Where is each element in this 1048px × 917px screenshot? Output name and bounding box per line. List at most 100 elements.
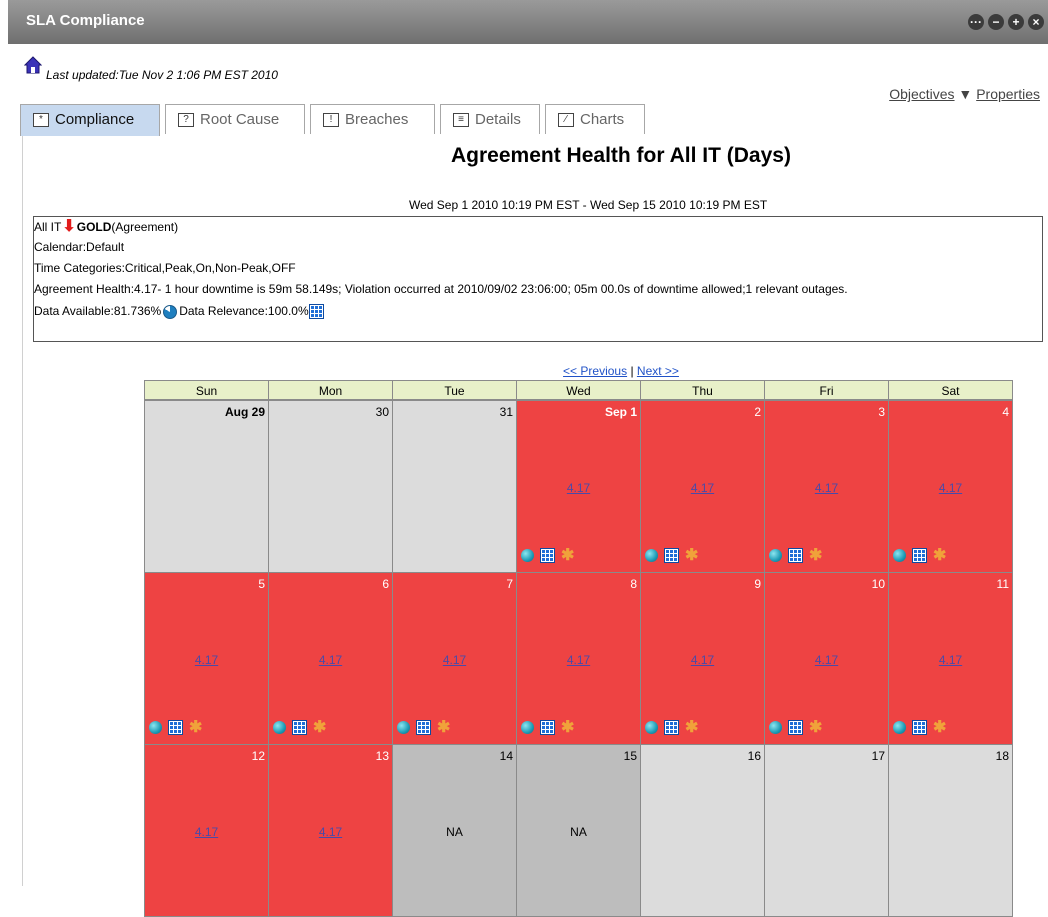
globe-icon[interactable] bbox=[645, 721, 658, 735]
health-value-link[interactable]: 4.17 bbox=[765, 653, 888, 667]
calendar-day-cell[interactable]: 31 bbox=[392, 400, 517, 573]
health-value-link[interactable]: 4.17 bbox=[889, 481, 1012, 495]
day-header: Wed bbox=[516, 380, 641, 400]
health-value-link[interactable]: 4.17 bbox=[145, 825, 268, 839]
grid-icon[interactable] bbox=[540, 720, 555, 736]
previous-link[interactable]: << Previous bbox=[563, 364, 627, 378]
asterisk-icon[interactable]: ✱ bbox=[685, 548, 698, 564]
globe-icon[interactable] bbox=[273, 721, 286, 735]
calendar-day-cell[interactable]: 7 4.17 ✱ bbox=[392, 572, 517, 745]
asterisk-icon: * bbox=[33, 113, 49, 128]
grid-icon[interactable] bbox=[416, 720, 431, 736]
asterisk-icon[interactable]: ✱ bbox=[313, 720, 326, 736]
globe-icon[interactable] bbox=[893, 549, 906, 563]
close-icon[interactable]: × bbox=[1028, 14, 1044, 30]
na-label: NA bbox=[446, 825, 463, 839]
chevron-down-icon[interactable]: ▼ bbox=[955, 86, 977, 102]
day-header: Sat bbox=[888, 380, 1013, 400]
tab-details[interactable]: ≡ Details bbox=[440, 104, 540, 134]
grid-icon[interactable] bbox=[912, 720, 927, 736]
grid-icon[interactable] bbox=[540, 548, 555, 564]
calendar-day-cell[interactable]: 30 bbox=[268, 400, 393, 573]
grid-icon[interactable] bbox=[664, 720, 679, 736]
asterisk-icon[interactable]: ✱ bbox=[809, 548, 822, 564]
grid-icon[interactable] bbox=[912, 548, 927, 564]
day-number: 6 bbox=[382, 577, 389, 591]
properties-link[interactable]: Properties bbox=[976, 86, 1040, 102]
service-suffix: (Agreement) bbox=[111, 220, 179, 234]
globe-icon[interactable] bbox=[149, 721, 162, 735]
tab-root-cause[interactable]: ? Root Cause bbox=[165, 104, 305, 134]
last-updated-value: Tue Nov 2 1:06 PM EST 2010 bbox=[118, 68, 278, 82]
grid-icon[interactable] bbox=[168, 720, 183, 736]
asterisk-icon[interactable]: ✱ bbox=[561, 548, 574, 564]
calendar-day-cell[interactable]: 13 4.17 bbox=[268, 744, 393, 917]
calendar-day-cell[interactable]: 3 4.17 ✱ bbox=[764, 400, 889, 573]
calendar-day-cell[interactable]: 9 4.17 ✱ bbox=[640, 572, 765, 745]
maximize-icon[interactable]: + bbox=[1008, 14, 1024, 30]
health-value-link[interactable]: 4.17 bbox=[765, 481, 888, 495]
health-value-link[interactable]: 4.17 bbox=[517, 653, 640, 667]
calendar-day-cell[interactable]: 17 bbox=[764, 744, 889, 917]
question-icon: ? bbox=[178, 113, 194, 128]
tab-compliance[interactable]: * Compliance bbox=[20, 104, 160, 136]
calendar-day-cell[interactable]: 10 4.17 ✱ bbox=[764, 572, 889, 745]
health-value-link[interactable]: 4.17 bbox=[145, 653, 268, 667]
asterisk-icon[interactable]: ✱ bbox=[437, 720, 450, 736]
calendar-day-cell[interactable]: 16 bbox=[640, 744, 765, 917]
globe-icon[interactable] bbox=[521, 549, 534, 563]
cell-icons: ✱ bbox=[769, 547, 828, 564]
health-value-link[interactable]: 4.17 bbox=[269, 825, 392, 839]
health-value-link[interactable]: 4.17 bbox=[393, 653, 516, 667]
calendar-day-cell[interactable]: 5 4.17 ✱ bbox=[144, 572, 269, 745]
globe-icon[interactable] bbox=[521, 721, 534, 735]
tab-label: Details bbox=[475, 111, 521, 128]
health-value-link[interactable]: 4.17 bbox=[889, 653, 1012, 667]
calendar-day-cell[interactable]: 18 bbox=[888, 744, 1013, 917]
health-value-link[interactable]: 4.17 bbox=[517, 481, 640, 495]
globe-icon[interactable] bbox=[769, 721, 782, 735]
compliance-content: Agreement Health for All IT (Days) Wed S… bbox=[22, 136, 1048, 917]
day-number: 15 bbox=[623, 749, 637, 763]
asterisk-icon[interactable]: ✱ bbox=[809, 720, 822, 736]
globe-icon[interactable] bbox=[645, 549, 658, 563]
asterisk-icon[interactable]: ✱ bbox=[561, 720, 574, 736]
calendar-day-cell[interactable]: 4 4.17 ✱ bbox=[888, 400, 1013, 573]
calendar-day-cell[interactable]: Aug 29 bbox=[144, 400, 269, 573]
calendar-day-cell[interactable]: 14 NA bbox=[392, 744, 517, 917]
calendar-day-cell[interactable]: 12 4.17 bbox=[144, 744, 269, 917]
objectives-link[interactable]: Objectives bbox=[889, 86, 954, 102]
minimize-icon[interactable]: − bbox=[988, 14, 1004, 30]
grid-icon[interactable] bbox=[788, 548, 803, 564]
data-line: Data Available:81.736% Data Relevance:100… bbox=[34, 301, 324, 321]
calendar-day-cell[interactable]: 2 4.17 ✱ bbox=[640, 400, 765, 573]
tab-breaches[interactable]: ! Breaches bbox=[310, 104, 435, 134]
health-value-link[interactable]: 4.17 bbox=[641, 653, 764, 667]
calendar-day-cell[interactable]: 11 4.17 ✱ bbox=[888, 572, 1013, 745]
more-icon[interactable]: ··· bbox=[968, 14, 984, 30]
calendar-day-cell[interactable]: 6 4.17 ✱ bbox=[268, 572, 393, 745]
globe-icon[interactable] bbox=[893, 721, 906, 735]
globe-icon[interactable] bbox=[397, 721, 410, 735]
calendar-day-cell[interactable]: Sep 1 4.17 ✱ bbox=[516, 400, 641, 573]
asterisk-icon[interactable]: ✱ bbox=[189, 720, 202, 736]
calendar-day-cell[interactable]: 15 NA bbox=[516, 744, 641, 917]
grid-icon[interactable] bbox=[664, 548, 679, 564]
globe-icon[interactable] bbox=[769, 549, 782, 563]
health-value-link[interactable]: 4.17 bbox=[641, 481, 764, 495]
health-value-link[interactable]: 4.17 bbox=[269, 653, 392, 667]
asterisk-icon[interactable]: ✱ bbox=[933, 720, 946, 736]
calendar-day-cell[interactable]: 8 4.17 ✱ bbox=[516, 572, 641, 745]
grid-icon[interactable] bbox=[292, 720, 307, 736]
grid-icon[interactable] bbox=[788, 720, 803, 736]
tab-charts[interactable]: ⁄ Charts bbox=[545, 104, 645, 134]
home-icon[interactable] bbox=[24, 56, 42, 74]
asterisk-icon[interactable]: ✱ bbox=[685, 720, 698, 736]
asterisk-icon[interactable]: ✱ bbox=[933, 548, 946, 564]
window-title: SLA Compliance bbox=[26, 12, 145, 29]
day-number: 30 bbox=[375, 405, 389, 419]
last-updated-label: Last updated: bbox=[46, 68, 119, 82]
next-link[interactable]: Next >> bbox=[637, 364, 679, 378]
na-label: NA bbox=[570, 825, 587, 839]
pager-separator: | bbox=[630, 364, 634, 378]
